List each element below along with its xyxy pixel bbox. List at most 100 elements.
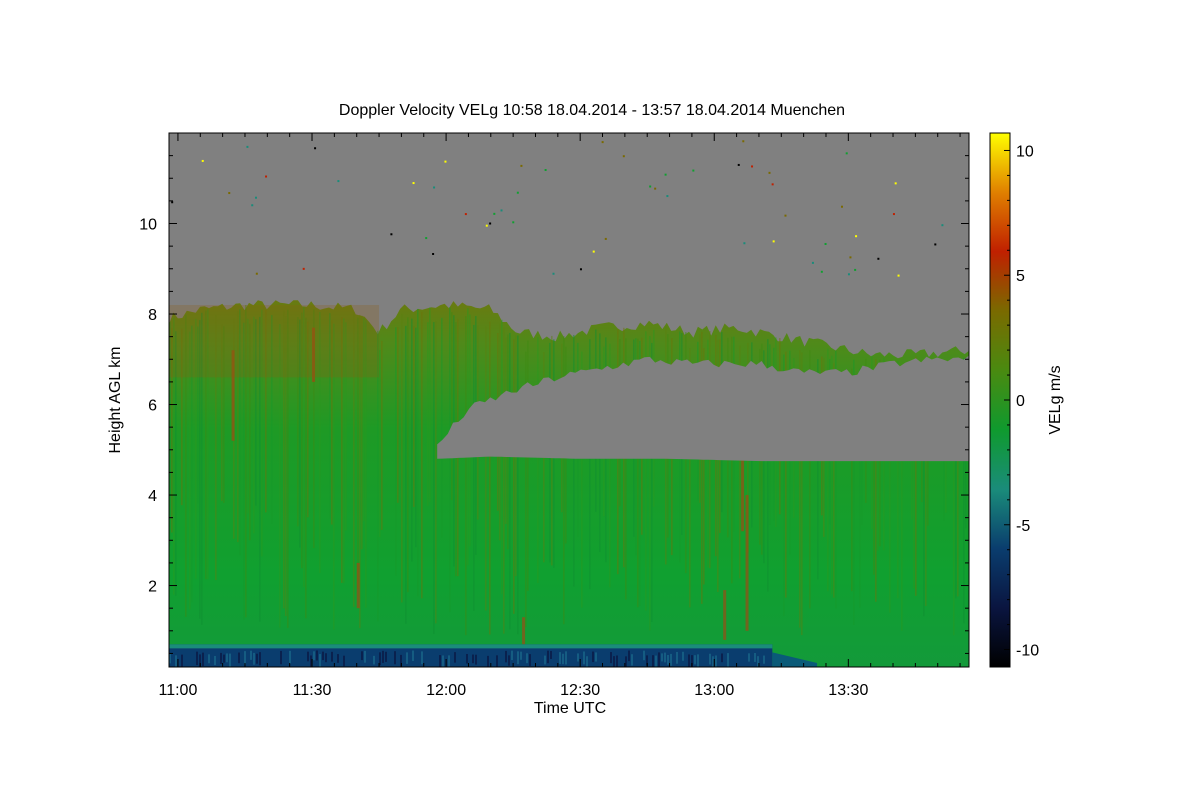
noise-pixel bbox=[337, 180, 340, 183]
doppler-velocity-chart: Doppler Velocity VELg 10:58 18.04.2014 -… bbox=[107, 102, 1064, 717]
surface-texture bbox=[559, 652, 561, 665]
surface-texture bbox=[547, 650, 549, 664]
surface-texture bbox=[373, 655, 375, 665]
noise-pixel bbox=[877, 257, 880, 260]
streak bbox=[527, 340, 529, 591]
noise-pixel bbox=[552, 272, 555, 275]
surface-texture bbox=[613, 656, 615, 667]
noise-pixel bbox=[737, 163, 740, 166]
surface-texture bbox=[337, 654, 339, 663]
surface-texture bbox=[595, 652, 597, 662]
streak bbox=[433, 322, 435, 635]
plot-area bbox=[168, 132, 970, 668]
streak bbox=[417, 308, 419, 597]
noise-pixel bbox=[855, 235, 858, 238]
streak bbox=[441, 317, 443, 538]
surface-texture bbox=[511, 650, 513, 661]
surface-texture bbox=[322, 651, 324, 661]
noise-pixel bbox=[649, 185, 652, 188]
surface-texture bbox=[307, 651, 309, 662]
surface-texture bbox=[508, 655, 510, 666]
surface-texture bbox=[196, 651, 198, 666]
surface-texture bbox=[661, 653, 663, 662]
surface-texture bbox=[748, 653, 750, 662]
noise-pixel bbox=[692, 169, 695, 172]
surface-texture bbox=[325, 653, 327, 663]
surface-texture bbox=[616, 655, 618, 667]
surface-texture bbox=[250, 650, 252, 660]
velocity-field bbox=[169, 133, 969, 667]
noise-pixel bbox=[820, 270, 823, 273]
streak bbox=[395, 327, 397, 576]
noise-pixel bbox=[544, 169, 547, 172]
surface-texture bbox=[697, 654, 699, 667]
x-tick-label: 13:30 bbox=[828, 682, 868, 699]
surface-texture bbox=[505, 650, 507, 663]
noise-pixel bbox=[201, 159, 204, 162]
noise-pixel bbox=[941, 224, 944, 227]
noise-pixel bbox=[824, 242, 827, 245]
y-tick-label: 10 bbox=[139, 217, 157, 234]
colorbar-tick-label: 5 bbox=[1016, 268, 1025, 285]
noise-pixel bbox=[425, 237, 428, 240]
noise-pixel bbox=[772, 240, 775, 243]
surface-texture bbox=[181, 654, 183, 667]
surface-texture bbox=[208, 654, 210, 664]
surface-texture bbox=[562, 653, 564, 665]
noise-pixel bbox=[592, 250, 595, 253]
surface-texture bbox=[289, 650, 291, 664]
surface-texture bbox=[676, 651, 678, 664]
colorbar-title: VELg m/s bbox=[1047, 365, 1064, 434]
surface-texture bbox=[517, 651, 519, 665]
streak bbox=[421, 311, 423, 599]
surface-texture bbox=[454, 652, 456, 663]
surface-texture bbox=[472, 654, 474, 664]
updraft-streak bbox=[745, 495, 749, 631]
surface-texture bbox=[592, 651, 594, 663]
surface-layer-edge bbox=[169, 644, 773, 649]
streak bbox=[501, 319, 503, 595]
surface-texture bbox=[364, 650, 366, 663]
colorbar-tick-label: -5 bbox=[1016, 518, 1030, 535]
surface-texture bbox=[214, 655, 216, 666]
noise-pixel bbox=[512, 221, 515, 224]
noise-pixel bbox=[654, 187, 657, 190]
noise-pixel bbox=[390, 233, 393, 236]
surface-texture bbox=[520, 651, 522, 660]
surface-texture bbox=[727, 653, 729, 667]
surface-texture bbox=[238, 652, 240, 664]
surface-texture bbox=[439, 655, 441, 667]
noise-pixel bbox=[784, 214, 787, 217]
streak bbox=[485, 326, 487, 611]
streak bbox=[401, 313, 403, 603]
streak bbox=[429, 307, 431, 502]
y-axis-title: Height AGL km bbox=[107, 346, 124, 453]
surface-texture bbox=[529, 654, 531, 666]
surface-texture bbox=[244, 651, 246, 665]
surface-texture bbox=[670, 653, 672, 666]
noise-pixel bbox=[302, 267, 305, 270]
surface-texture bbox=[406, 652, 408, 664]
surface-texture bbox=[226, 653, 228, 663]
noise-pixel bbox=[265, 175, 268, 178]
noise-pixel bbox=[228, 192, 231, 195]
x-tick-label: 11:00 bbox=[159, 682, 198, 699]
noise-pixel bbox=[811, 261, 814, 264]
noise-pixel bbox=[847, 273, 850, 276]
colorbar-tick-label: 0 bbox=[1016, 393, 1025, 410]
updraft-streak bbox=[356, 562, 360, 609]
surface-texture bbox=[385, 651, 387, 662]
noise-pixel bbox=[771, 183, 774, 186]
surface-texture bbox=[229, 653, 231, 667]
noise-pixel bbox=[840, 205, 843, 208]
surface-texture bbox=[280, 650, 282, 665]
surface-texture bbox=[382, 650, 384, 663]
surface-texture bbox=[565, 651, 567, 665]
noise-pixel bbox=[845, 152, 848, 155]
streak bbox=[405, 325, 407, 624]
streak bbox=[503, 327, 505, 634]
y-tick-label: 2 bbox=[148, 579, 157, 596]
surface-texture bbox=[319, 654, 321, 667]
colorbar: 10 5 0 -5 -10 bbox=[989, 132, 1039, 668]
surface-texture bbox=[577, 653, 579, 662]
